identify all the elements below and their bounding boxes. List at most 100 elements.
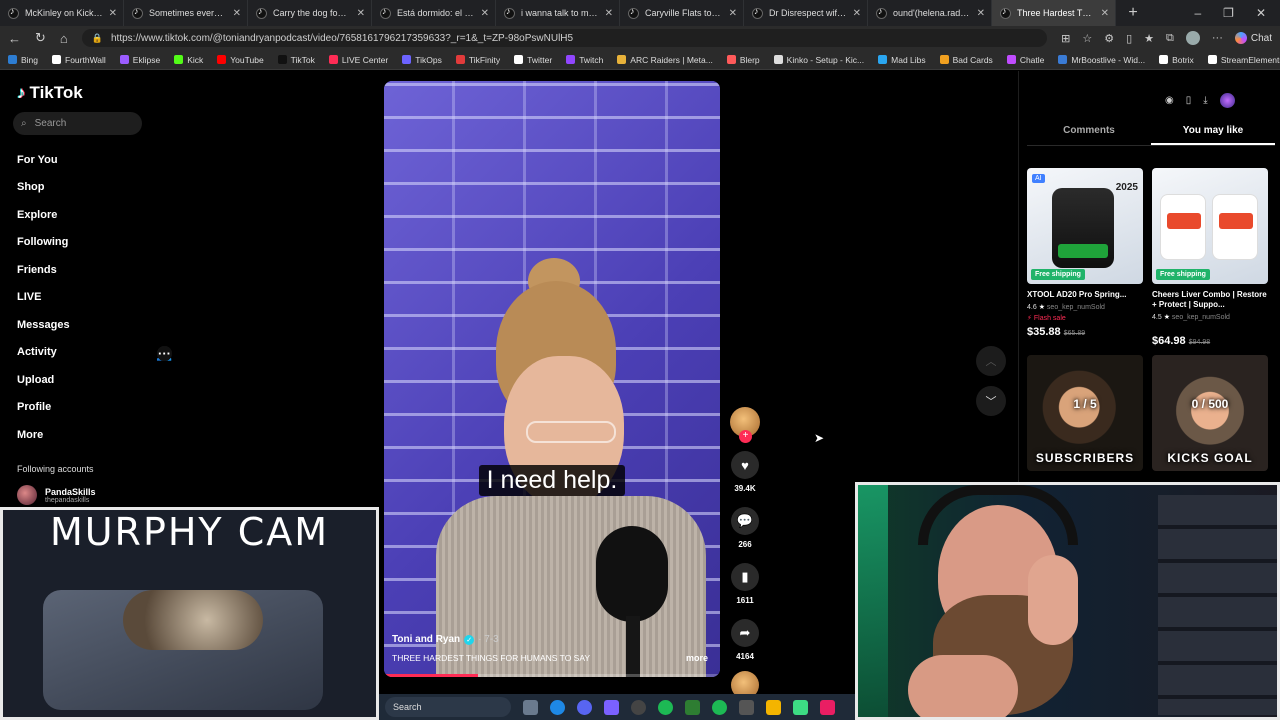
xbox-icon[interactable] xyxy=(685,699,700,715)
bookmark-item[interactable]: Botrix xyxy=(1159,55,1194,65)
bookmark-item[interactable]: Bad Cards xyxy=(939,55,993,65)
search-input[interactable]: ⌕ Search xyxy=(13,112,142,135)
sidebar-item-more[interactable]: ··· More xyxy=(17,346,172,449)
close-tab-icon[interactable]: ✕ xyxy=(357,8,365,19)
download-icon[interactable]: ⤓ xyxy=(1203,95,1207,106)
comment-button[interactable]: 💬 xyxy=(731,507,759,535)
close-tab-icon[interactable]: ✕ xyxy=(233,8,241,19)
bookmark-item[interactable]: Twitch xyxy=(566,55,603,65)
bookmark-item[interactable]: ARC Raiders | Meta... xyxy=(617,55,713,65)
video-card[interactable]: 0 / 500 KICKS GOAL xyxy=(1152,355,1268,471)
collections-icon[interactable]: ⧉ xyxy=(1166,32,1174,45)
maximize-button[interactable]: ❐ xyxy=(1223,6,1234,20)
product-card[interactable]: Free shipping Cheers Liver Combo | Resto… xyxy=(1152,168,1268,347)
browser-tab[interactable]: Carry the dog food for a v ✕ xyxy=(248,0,372,26)
sidebar-item-following[interactable]: ●Following xyxy=(17,229,172,361)
close-tab-icon[interactable]: ✕ xyxy=(729,8,737,19)
browser-tab[interactable]: ound'(helena.radm@) Lilla ✕ xyxy=(868,0,992,26)
bookmark-item[interactable]: Bing xyxy=(8,55,38,65)
like-button[interactable]: ♥ xyxy=(731,451,759,479)
bookmark-item[interactable]: Mad Libs xyxy=(878,55,926,65)
profile-avatar[interactable] xyxy=(1185,31,1200,45)
coin-icon[interactable]: ◉ xyxy=(1165,95,1174,106)
close-tab-icon[interactable]: ✕ xyxy=(605,8,613,19)
spotify-icon[interactable] xyxy=(712,699,727,715)
more-link[interactable]: more xyxy=(686,653,708,663)
app-icon[interactable] xyxy=(658,699,673,715)
browser-tab[interactable]: Sometimes everything fee ✕ xyxy=(124,0,248,26)
close-tab-icon[interactable]: ✕ xyxy=(977,8,985,19)
extensions-icon[interactable]: ⚙ xyxy=(1104,32,1114,45)
bookmark-item[interactable]: Twitter xyxy=(514,55,552,65)
bookmark-item[interactable]: YouTube xyxy=(217,55,264,65)
sidebar-item-activity[interactable]: ☐Activity xyxy=(17,339,172,367)
browser-tab[interactable]: Caryville Flats to Home Tra ✕ xyxy=(620,0,744,26)
following-account-item[interactable]: PandaSkills thepandaskills xyxy=(17,485,96,505)
reload-icon[interactable]: ↻ xyxy=(35,30,46,46)
bookmark-item[interactable]: Kinko - Setup - Kic... xyxy=(773,55,864,65)
bookmark-item[interactable]: FourthWall xyxy=(52,55,106,65)
apps-grid-icon[interactable] xyxy=(604,699,619,715)
close-tab-icon[interactable]: ✕ xyxy=(1101,8,1109,19)
browser-tab[interactable]: McKinley on Kick (@mckin ✕ xyxy=(0,0,124,26)
bookmark-item[interactable]: TikFinity xyxy=(455,55,500,65)
sidebar-item-profile[interactable]: ●Profile xyxy=(17,346,172,422)
task-view-icon[interactable] xyxy=(523,699,538,715)
back-icon[interactable]: ← xyxy=(8,31,21,46)
steam-icon[interactable] xyxy=(739,699,754,715)
bookmark-item[interactable]: LIVE Center xyxy=(328,55,388,65)
browser-tab[interactable]: i wanna talk to my lawy. llr ✕ xyxy=(496,0,620,26)
browser-tab[interactable]: Está dormido: el señor de ✕ xyxy=(372,0,496,26)
video-progress-bar[interactable] xyxy=(384,674,720,677)
bookmark-item[interactable]: TikOps xyxy=(402,55,442,65)
close-tab-icon[interactable]: ✕ xyxy=(853,8,861,19)
bookmark-item[interactable]: Blerp xyxy=(726,55,760,65)
video-player[interactable]: I need help. Toni and Ryan ✓ · 7-3 THREE… xyxy=(384,81,720,677)
menu-dots-icon[interactable]: ··· xyxy=(1212,32,1223,44)
close-window-button[interactable]: ✕ xyxy=(1256,6,1266,20)
sidebar-item-live[interactable]: ●LIVE xyxy=(17,284,172,361)
follow-plus-icon[interactable]: + xyxy=(739,430,752,443)
read-mode-icon[interactable]: ⊞ xyxy=(1061,32,1070,45)
obs-icon[interactable] xyxy=(631,699,646,715)
bookmark-item[interactable]: MrBoostlive - Wid... xyxy=(1058,55,1145,65)
sidebar-item-for-you[interactable]: ⌂For You xyxy=(17,146,172,361)
next-video-button[interactable]: ﹀ xyxy=(976,386,1006,416)
video-author[interactable]: Toni and Ryan ✓ · 7-3 xyxy=(392,634,712,645)
split-screen-icon[interactable]: ▯ xyxy=(1126,32,1132,45)
device-icon[interactable]: ▯ xyxy=(1186,95,1192,106)
close-tab-icon[interactable]: ✕ xyxy=(109,8,117,19)
new-tab-button[interactable]: + xyxy=(1122,4,1144,22)
photos-icon[interactable] xyxy=(820,699,835,715)
favorites-icon[interactable]: ★ xyxy=(1144,32,1154,45)
video-card[interactable]: 1 / 5 SUBSCRIBERS xyxy=(1027,355,1143,471)
home-icon[interactable]: ⌂ xyxy=(60,31,68,46)
profile-avatar[interactable] xyxy=(1219,93,1235,108)
file-explorer-icon[interactable] xyxy=(766,699,781,715)
sidebar-item-friends[interactable]: 👥Friends xyxy=(17,256,173,361)
edge-icon[interactable] xyxy=(550,699,565,715)
favorite-star-icon[interactable]: ☆ xyxy=(1082,32,1092,45)
bookmark-item[interactable]: Eklipse xyxy=(119,55,160,65)
tab-comments[interactable]: Comments xyxy=(1027,121,1151,145)
bookmark-item[interactable]: StreamElements xyxy=(1207,55,1280,65)
previous-video-button[interactable]: ︿ xyxy=(976,346,1006,376)
sidebar-item-explore[interactable]: ◎Explore xyxy=(17,201,172,361)
browser-tab-active[interactable]: Three Hardest Things for H ✕ xyxy=(992,0,1116,26)
taskbar-search[interactable]: Search xyxy=(385,697,511,717)
tab-you-may-like[interactable]: You may like xyxy=(1151,121,1275,145)
share-button[interactable]: ➦ xyxy=(731,619,759,647)
copilot-chat-button[interactable]: Chat xyxy=(1234,32,1272,44)
url-field[interactable]: 🔒 https://www.tiktok.com/@toniandryanpod… xyxy=(81,29,1048,47)
notes-icon[interactable] xyxy=(793,699,808,715)
product-card[interactable]: AI 2025 Free shipping XTOOL AD20 Pro Spr… xyxy=(1027,168,1143,347)
bookmark-item[interactable]: TikTok xyxy=(277,55,315,65)
sidebar-item-shop[interactable]: 🛍Shop xyxy=(17,174,173,361)
creator-avatar[interactable]: + xyxy=(730,407,760,443)
sidebar-item-upload[interactable]: ⊕Upload xyxy=(17,346,172,394)
browser-tab[interactable]: Dr Disrespect wife disresp ✕ xyxy=(744,0,868,26)
close-tab-icon[interactable]: ✕ xyxy=(481,8,489,19)
discord-icon[interactable] xyxy=(577,699,592,715)
bookmark-item[interactable]: Kick xyxy=(174,55,203,65)
sidebar-item-messages[interactable]: ▽Messages xyxy=(17,311,172,361)
